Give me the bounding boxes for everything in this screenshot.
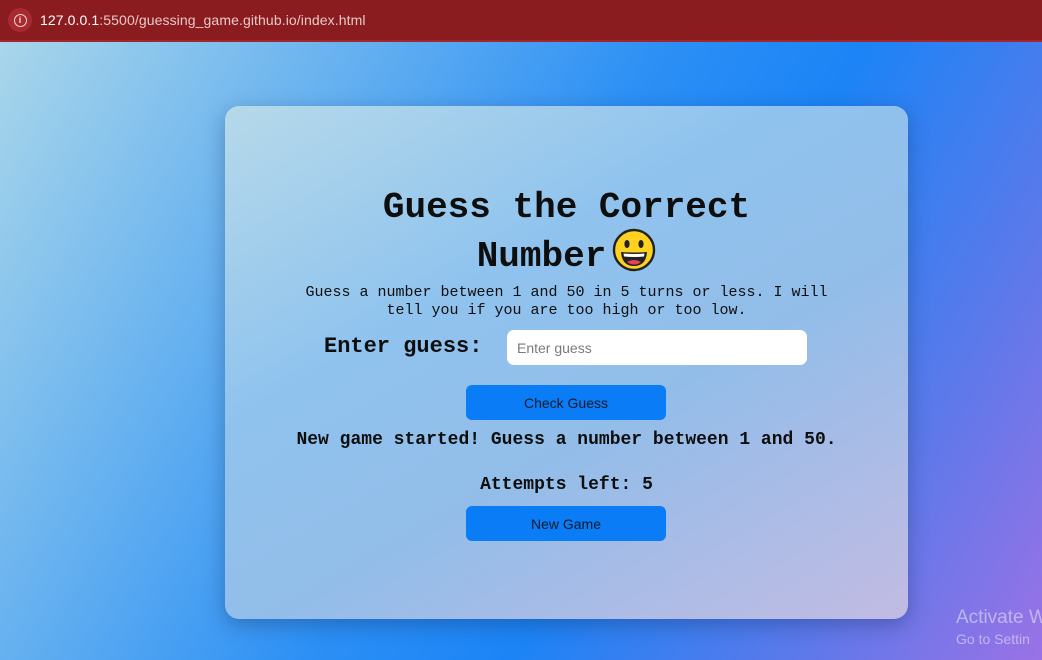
game-title: Guess the Correct Number [315, 188, 818, 277]
check-guess-button[interactable]: Check Guess [466, 385, 666, 420]
watermark-line1: Activate W [956, 607, 1042, 628]
guess-input[interactable] [507, 330, 807, 365]
watermark-line2: Go to Settin [956, 631, 1030, 647]
guess-label: Enter guess: [324, 334, 483, 359]
url-path: :5500/guessing_game.github.io/index.html [99, 12, 366, 28]
url-field[interactable]: 127.0.0.1:5500/guessing_game.github.io/i… [40, 12, 366, 28]
site-info-icon[interactable]: i [8, 8, 32, 32]
game-title-text: Guess the Correct Number [382, 187, 751, 277]
attempts-left: Attempts left: 5 [480, 475, 653, 495]
page-viewport: Guess the Correct Number Guess a number … [0, 42, 1042, 660]
game-card: Guess the Correct Number Guess a number … [225, 106, 908, 619]
url-host: 127.0.0.1 [40, 12, 100, 28]
game-instructions: Guess a number between 1 and 50 in 5 tur… [305, 284, 828, 319]
guess-row: Enter guess: [225, 330, 908, 366]
activation-watermark: Activate W Go to Settin [956, 607, 1042, 649]
browser-address-bar: i 127.0.0.1:5500/guessing_game.github.io… [0, 0, 1042, 42]
new-game-button[interactable]: New Game [466, 506, 666, 541]
status-message: New game started! Guess a number between… [296, 430, 837, 450]
grinning-face-icon [613, 228, 656, 272]
